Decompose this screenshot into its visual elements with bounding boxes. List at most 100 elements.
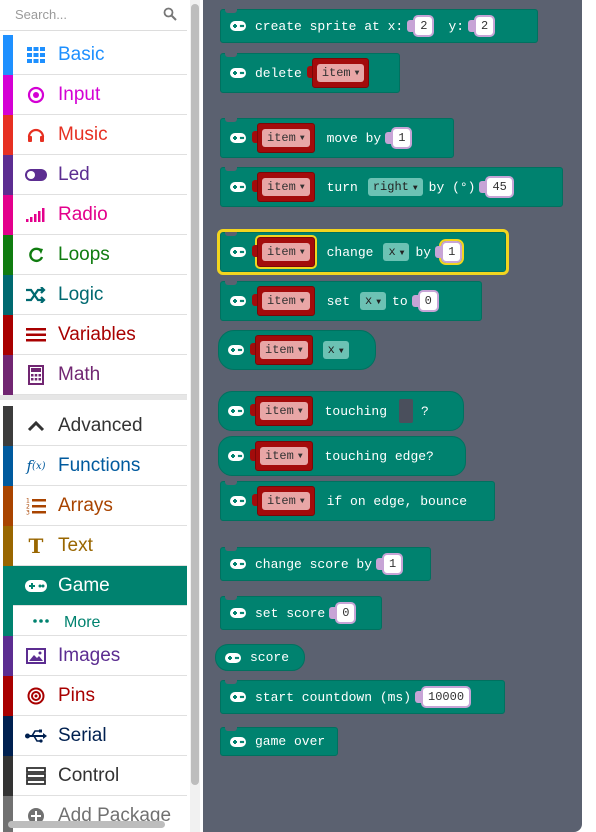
category-game[interactable]: Game [3, 566, 187, 606]
property-dropdown[interactable]: x ▼ [360, 292, 387, 310]
block-turn[interactable]: item ▼ turn right ▼ by (°) 45 [220, 167, 563, 207]
block-text: score [250, 650, 290, 665]
dropdown-arrow-icon: ▼ [338, 347, 344, 356]
toggle-icon [25, 164, 47, 186]
category-variables[interactable]: Variables [3, 315, 187, 355]
block-if-on-edge-bounce[interactable]: item ▼ if on edge, bounce [220, 481, 495, 521]
variable-reporter[interactable]: item ▼ [252, 235, 317, 269]
variable-reporter[interactable]: item ▼ [250, 335, 313, 365]
gamepad-icon [230, 247, 246, 257]
block-start-countdown[interactable]: start countdown (ms) 10000 [220, 680, 505, 714]
subcategory-more[interactable]: More [3, 606, 187, 636]
category-divider [0, 395, 187, 400]
radio-button-icon [25, 84, 47, 106]
search-box[interactable]: Search... [0, 0, 187, 31]
value-input[interactable]: 0 [411, 290, 439, 312]
sprite-input-slot[interactable] [399, 399, 414, 423]
block-change[interactable]: item ▼ change x ▼ by 1 [217, 229, 509, 275]
variable-dropdown[interactable]: item ▼ [262, 243, 310, 261]
category-label: Functions [58, 455, 141, 476]
block-set-score[interactable]: set score 0 [220, 596, 382, 630]
block-flyout: create sprite at x: 2 y: 2 delete item ▼ … [203, 0, 582, 832]
category-music[interactable]: Music [3, 115, 187, 155]
category-loops[interactable]: Loops [3, 235, 187, 275]
direction-value: right [372, 180, 409, 194]
variable-dropdown[interactable]: item ▼ [260, 402, 308, 420]
gamepad-icon [230, 296, 246, 306]
variable-name: item [267, 494, 296, 508]
y-input[interactable]: 2 [467, 15, 496, 37]
category-color-stripe [3, 355, 13, 395]
category-label: Radio [58, 204, 108, 225]
shuffle-icon [25, 284, 47, 306]
variable-reporter[interactable]: item ▼ [252, 123, 315, 153]
property-dropdown[interactable]: x ▼ [383, 243, 410, 261]
variable-dropdown[interactable]: item ▼ [262, 492, 310, 510]
search-input[interactable]: Search... [15, 7, 67, 22]
block-delete[interactable]: delete item ▼ [220, 53, 400, 93]
category-label: Basic [58, 44, 105, 65]
category-serial[interactable]: Serial [3, 716, 187, 756]
category-arrays[interactable]: 123 Arrays [3, 486, 187, 526]
x-input[interactable]: 2 [407, 15, 435, 37]
block-text: set [326, 293, 351, 309]
block-score[interactable]: score [215, 644, 305, 671]
variable-dropdown[interactable]: item ▼ [262, 129, 310, 147]
chevron-up-icon [25, 415, 47, 437]
category-input[interactable]: Input [3, 75, 187, 115]
block-change-score[interactable]: change score by 1 [220, 547, 431, 581]
category-pins[interactable]: Pins [3, 676, 187, 716]
value-input[interactable]: 1 [385, 127, 413, 149]
property-dropdown[interactable]: x ▼ [322, 341, 349, 359]
category-radio[interactable]: Radio [3, 195, 187, 235]
block-text: move by [326, 130, 382, 146]
variable-dropdown[interactable]: item ▼ [262, 292, 310, 310]
block-move-by[interactable]: item ▼ move by 1 [220, 118, 454, 158]
category-label: Arrays [58, 495, 113, 516]
block-game-over[interactable]: game over [220, 727, 338, 756]
block-touching-edge[interactable]: item ▼ touching edge? [218, 436, 466, 476]
value-input[interactable]: 45 [479, 176, 514, 198]
variable-dropdown[interactable]: item ▼ [316, 64, 365, 82]
category-basic[interactable]: Basic [3, 35, 187, 75]
gamepad-icon [230, 182, 246, 192]
variable-reporter[interactable]: item ▼ [252, 486, 315, 516]
variable-dropdown[interactable]: item ▼ [262, 178, 310, 196]
scrollbar-thumb[interactable] [191, 4, 199, 785]
workspace-edge [582, 0, 596, 832]
direction-dropdown[interactable]: right ▼ [367, 178, 423, 196]
variable-reporter[interactable]: item ▼ [250, 396, 313, 426]
block-text: y: [448, 18, 465, 34]
category-math[interactable]: Math [3, 355, 187, 395]
category-advanced[interactable]: Advanced [3, 406, 187, 446]
value-input[interactable]: 1 [375, 553, 404, 575]
category-logic[interactable]: Logic [3, 275, 187, 315]
value-input[interactable]: 0 [329, 602, 357, 624]
block-set[interactable]: item ▼ set x ▼ to 0 [220, 281, 482, 321]
sidebar-vertical-scrollbar[interactable] [190, 0, 200, 832]
category-control[interactable]: Control [3, 756, 187, 796]
variable-reporter[interactable]: item ▼ [250, 441, 313, 471]
category-led[interactable]: Led [3, 155, 187, 195]
variable-reporter[interactable]: item ▼ [252, 172, 315, 202]
category-color-stripe [3, 115, 13, 155]
value-input[interactable]: 10000 [415, 686, 472, 708]
value-input[interactable]: 1 [435, 239, 465, 265]
function-icon: f (x) [26, 457, 46, 475]
sidebar-horizontal-scrollbar[interactable] [8, 821, 165, 828]
grid-icon [25, 44, 47, 66]
variable-reporter[interactable]: item ▼ [252, 286, 315, 316]
gamepad-icon [230, 559, 246, 569]
category-images[interactable]: Images [3, 636, 187, 676]
category-text[interactable]: T Text [3, 526, 187, 566]
variable-dropdown[interactable]: item ▼ [260, 341, 308, 359]
variable-reporter[interactable]: item ▼ [306, 58, 370, 88]
block-create-sprite[interactable]: create sprite at x: 2 y: 2 [220, 9, 538, 43]
category-functions[interactable]: f (x) Functions [3, 446, 187, 486]
block-get-property[interactable]: item ▼ x ▼ [218, 330, 376, 370]
block-text: by [415, 244, 432, 260]
variable-dropdown[interactable]: item ▼ [260, 447, 308, 465]
search-icon[interactable] [163, 7, 177, 21]
dropdown-arrow-icon: ▼ [354, 69, 360, 78]
block-touching[interactable]: item ▼ touching ? [218, 391, 464, 431]
